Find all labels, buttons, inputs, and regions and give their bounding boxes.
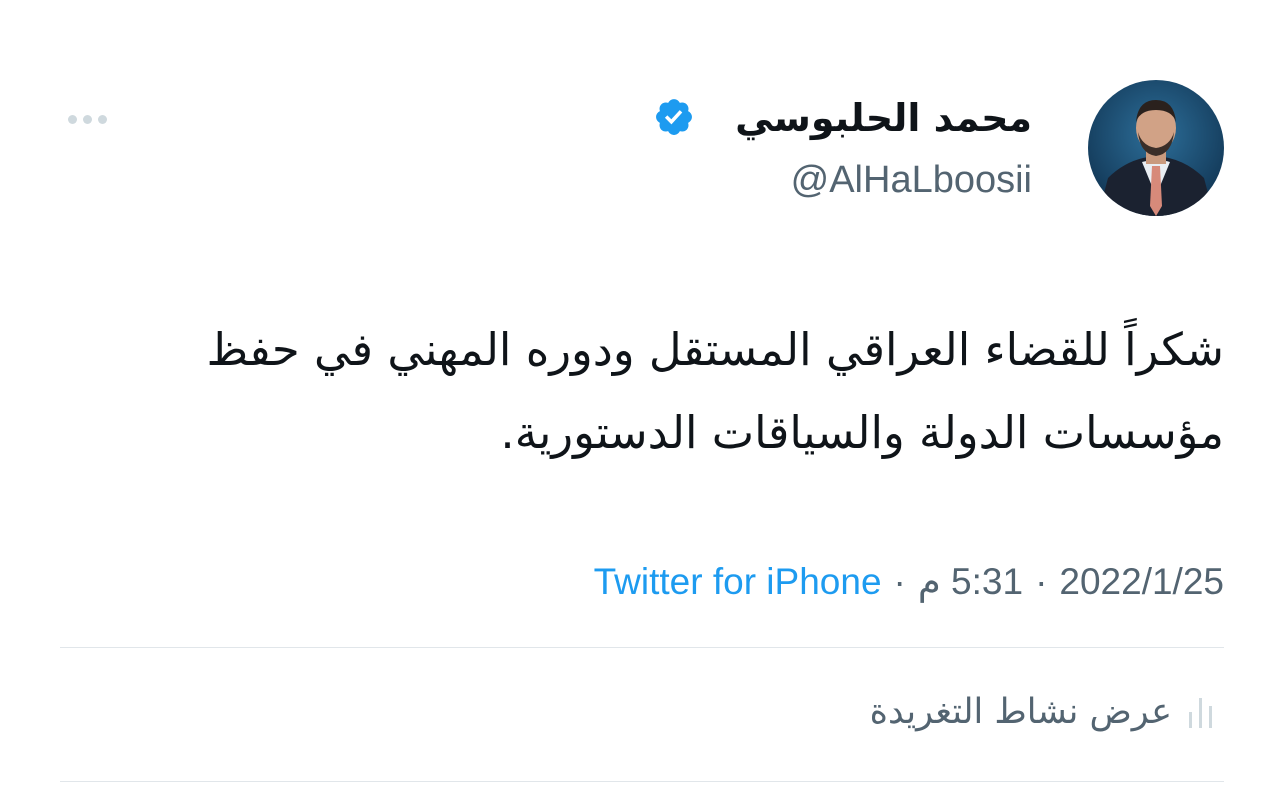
tweet-metadata: Twitter for iPhone · 5:31 م · 2022/1/25 (594, 552, 1224, 612)
more-options-icon[interactable] (64, 108, 110, 130)
more-dot (67, 114, 77, 124)
analytics-icon (1189, 698, 1212, 728)
view-activity-button[interactable]: عرض نشاط التغريدة (870, 684, 1216, 740)
activity-label: عرض نشاط التغريدة (869, 692, 1172, 732)
display-name[interactable]: محمد الحلبوسي (735, 90, 1032, 146)
source-link[interactable]: Twitter for iPhone (594, 552, 882, 612)
avatar[interactable] (1088, 66, 1224, 230)
tweet-text: شكراً للقضاء العراقي المستقل ودوره المهن… (206, 323, 1224, 459)
verified-badge-icon (656, 99, 692, 135)
divider (60, 647, 1224, 648)
more-dot (82, 114, 92, 124)
tweet-card: محمد الحلبوسي @AlHaLboosii شكراً للقضاء … (0, 0, 1280, 788)
divider (60, 781, 1224, 782)
meta-separator: · (1035, 561, 1048, 602)
meta-separator: · (893, 561, 906, 602)
tweet-time[interactable]: 5:31 م (918, 552, 1023, 612)
tweet-date[interactable]: 2022/1/25 (1059, 552, 1224, 612)
user-handle[interactable]: @AlHaLboosii (791, 152, 1032, 208)
more-dot (97, 114, 107, 124)
